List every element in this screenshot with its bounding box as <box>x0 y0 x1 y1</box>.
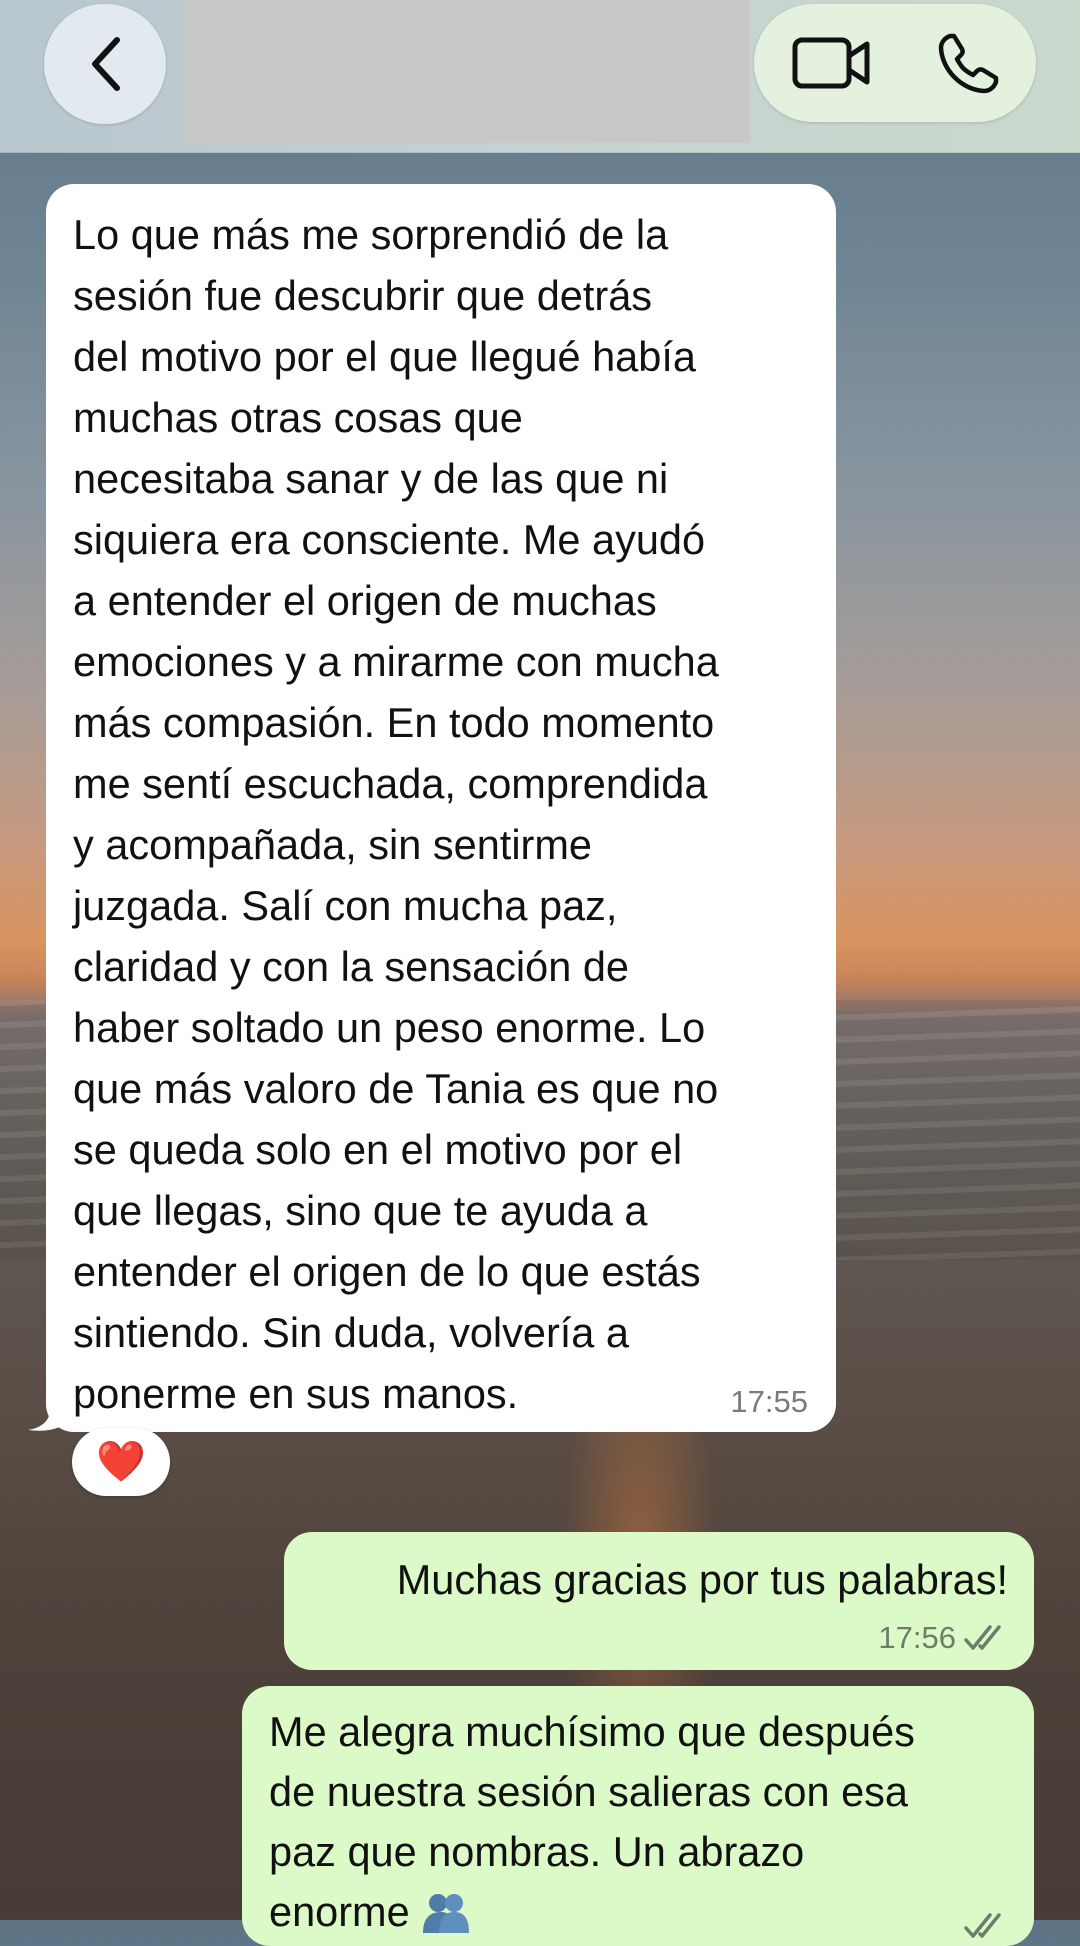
video-camera-icon[interactable] <box>792 34 872 90</box>
outgoing-message-bubble[interactable]: Muchas gracias por tus palabras! 17:56 <box>284 1532 1034 1670</box>
incoming-message-text: Lo que más me sorprendió de la sesión fu… <box>73 211 719 1417</box>
heart-icon: ❤️ <box>96 1440 146 1484</box>
outgoing-message-bubble[interactable]: Me alegra muchísimo que después de nuest… <box>242 1686 1034 1946</box>
incoming-message-time: 17:55 <box>730 1384 808 1419</box>
heart-reaction[interactable]: ❤️ <box>72 1428 170 1496</box>
call-actions <box>754 4 1036 122</box>
chevron-left-icon <box>92 37 120 91</box>
outgoing-message-meta-partial <box>964 1912 1008 1940</box>
outgoing-message-text: Muchas gracias por tus palabras! <box>396 1556 1008 1603</box>
incoming-message-bubble[interactable]: Lo que más me sorprendió de la sesión fu… <box>46 184 836 1432</box>
double-check-icon <box>964 1625 1001 1650</box>
back-button[interactable] <box>44 4 166 124</box>
outgoing-message-time: 17:56 <box>878 1620 956 1655</box>
outgoing-message-meta: 17:56 <box>878 1620 1008 1656</box>
phone-icon[interactable] <box>936 32 1000 96</box>
outgoing-message-text: Me alegra muchísimo que después de nuest… <box>269 1708 915 1935</box>
chat-header <box>0 0 1080 153</box>
contact-info-redacted[interactable] <box>184 0 750 143</box>
people-hugging-icon <box>423 1894 470 1934</box>
double-check-icon <box>964 1913 1001 1938</box>
